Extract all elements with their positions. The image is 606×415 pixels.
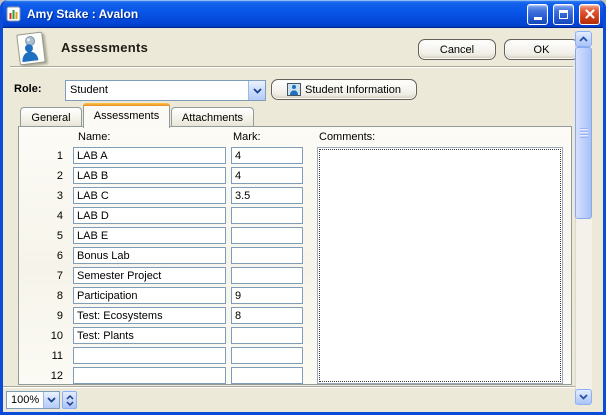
close-button[interactable]: [579, 4, 600, 25]
tab-assessments-label: Assessments: [94, 110, 159, 122]
assessment-name-input[interactable]: [73, 367, 226, 384]
page-title: Assessments: [61, 40, 148, 55]
zoom-spinner[interactable]: [62, 391, 77, 409]
titlebar[interactable]: Amy Stake : Avalon: [0, 0, 606, 28]
row-number: 1: [33, 150, 63, 162]
chevron-down-icon[interactable]: [43, 392, 59, 408]
assessment-name-input[interactable]: [73, 287, 226, 304]
maximize-icon: [559, 10, 568, 19]
cancel-button-label: Cancel: [440, 44, 474, 56]
comments-header: Comments:: [319, 131, 375, 143]
student-information-button[interactable]: Student Information: [271, 79, 417, 100]
assessment-mark-input[interactable]: [231, 267, 303, 284]
assessment-mark-input[interactable]: [231, 347, 303, 364]
window-title: Amy Stake : Avalon: [27, 7, 522, 21]
close-icon: [584, 8, 596, 20]
assessment-name-input[interactable]: [73, 347, 226, 364]
tab-assessments[interactable]: Assessments: [83, 103, 170, 128]
student-information-label: Student Information: [305, 84, 401, 96]
chevron-up-icon: [579, 36, 588, 42]
assessment-name-input[interactable]: [73, 207, 226, 224]
zoom-dropdown[interactable]: 100%: [6, 391, 60, 409]
mark-column-header: Mark:: [233, 131, 261, 143]
assessment-mark-input[interactable]: [231, 207, 303, 224]
spinner-down-icon: [66, 401, 74, 406]
name-column-header: Name:: [78, 131, 110, 143]
spinner-up-icon: [66, 395, 74, 400]
assessment-mark-input[interactable]: [231, 187, 303, 204]
comments-textarea[interactable]: [320, 150, 560, 381]
chevron-down-icon[interactable]: [248, 81, 265, 100]
minimize-button[interactable]: [527, 4, 548, 25]
role-dropdown-value: Student: [66, 81, 248, 100]
assessment-name-input[interactable]: [73, 307, 226, 324]
row-number: 12: [33, 370, 63, 382]
row-number: 6: [33, 250, 63, 262]
row-number: 4: [33, 210, 63, 222]
app-icon: [6, 6, 22, 22]
status-bar: 100%: [3, 386, 575, 412]
dialog-window: Amy Stake : Avalon Assessments Cancel: [0, 0, 606, 415]
assessment-name-input[interactable]: [73, 327, 226, 344]
minimize-icon: [534, 17, 542, 20]
row-number: 11: [33, 350, 63, 362]
scrollbar-grip-icon: [580, 128, 588, 138]
assessment-name-input[interactable]: [73, 227, 226, 244]
ok-button-label: OK: [534, 44, 550, 56]
assessment-mark-input[interactable]: [231, 147, 303, 164]
assessment-mark-input[interactable]: [231, 167, 303, 184]
assessment-name-input[interactable]: [73, 167, 226, 184]
vertical-scrollbar[interactable]: [575, 31, 592, 405]
comments-box: [317, 147, 563, 384]
header-divider: [10, 66, 573, 68]
scrollbar-thumb[interactable]: [575, 47, 592, 219]
chevron-down-icon: [579, 394, 588, 400]
maximize-button[interactable]: [553, 4, 574, 25]
assessment-mark-input[interactable]: [231, 327, 303, 344]
scroll-down-button[interactable]: [575, 389, 592, 405]
assessments-icon: [16, 31, 48, 67]
assessment-mark-input[interactable]: [231, 227, 303, 244]
row-number: 2: [33, 170, 63, 182]
row-number: 8: [33, 290, 63, 302]
assessment-name-input[interactable]: [73, 147, 226, 164]
role-dropdown[interactable]: Student: [65, 80, 266, 101]
tab-general[interactable]: General: [20, 107, 82, 127]
row-number: 9: [33, 310, 63, 322]
assessment-name-input[interactable]: [73, 267, 226, 284]
assessment-mark-input[interactable]: [231, 307, 303, 324]
tab-attachments[interactable]: Attachments: [171, 107, 254, 127]
tab-general-label: General: [31, 112, 70, 124]
row-number: 3: [33, 190, 63, 202]
row-number: 7: [33, 270, 63, 282]
scroll-up-button[interactable]: [575, 31, 592, 47]
role-label: Role:: [14, 83, 42, 95]
ok-button[interactable]: OK: [504, 39, 579, 60]
row-number: 10: [33, 330, 63, 342]
dialog-content: Assessments Cancel OK Role: Student Stud…: [3, 28, 603, 412]
assessment-mark-input[interactable]: [231, 367, 303, 384]
assessment-name-input[interactable]: [73, 187, 226, 204]
assessment-name-input[interactable]: [73, 247, 226, 264]
tab-attachments-label: Attachments: [182, 112, 243, 124]
assessments-panel: Name: Mark: Comments: 1 2 3 4: [18, 126, 572, 385]
cancel-button[interactable]: Cancel: [418, 39, 496, 60]
assessment-mark-input[interactable]: [231, 287, 303, 304]
row-number: 5: [33, 230, 63, 242]
assessment-mark-input[interactable]: [231, 247, 303, 264]
zoom-value: 100%: [7, 392, 43, 408]
person-icon: [287, 83, 301, 96]
